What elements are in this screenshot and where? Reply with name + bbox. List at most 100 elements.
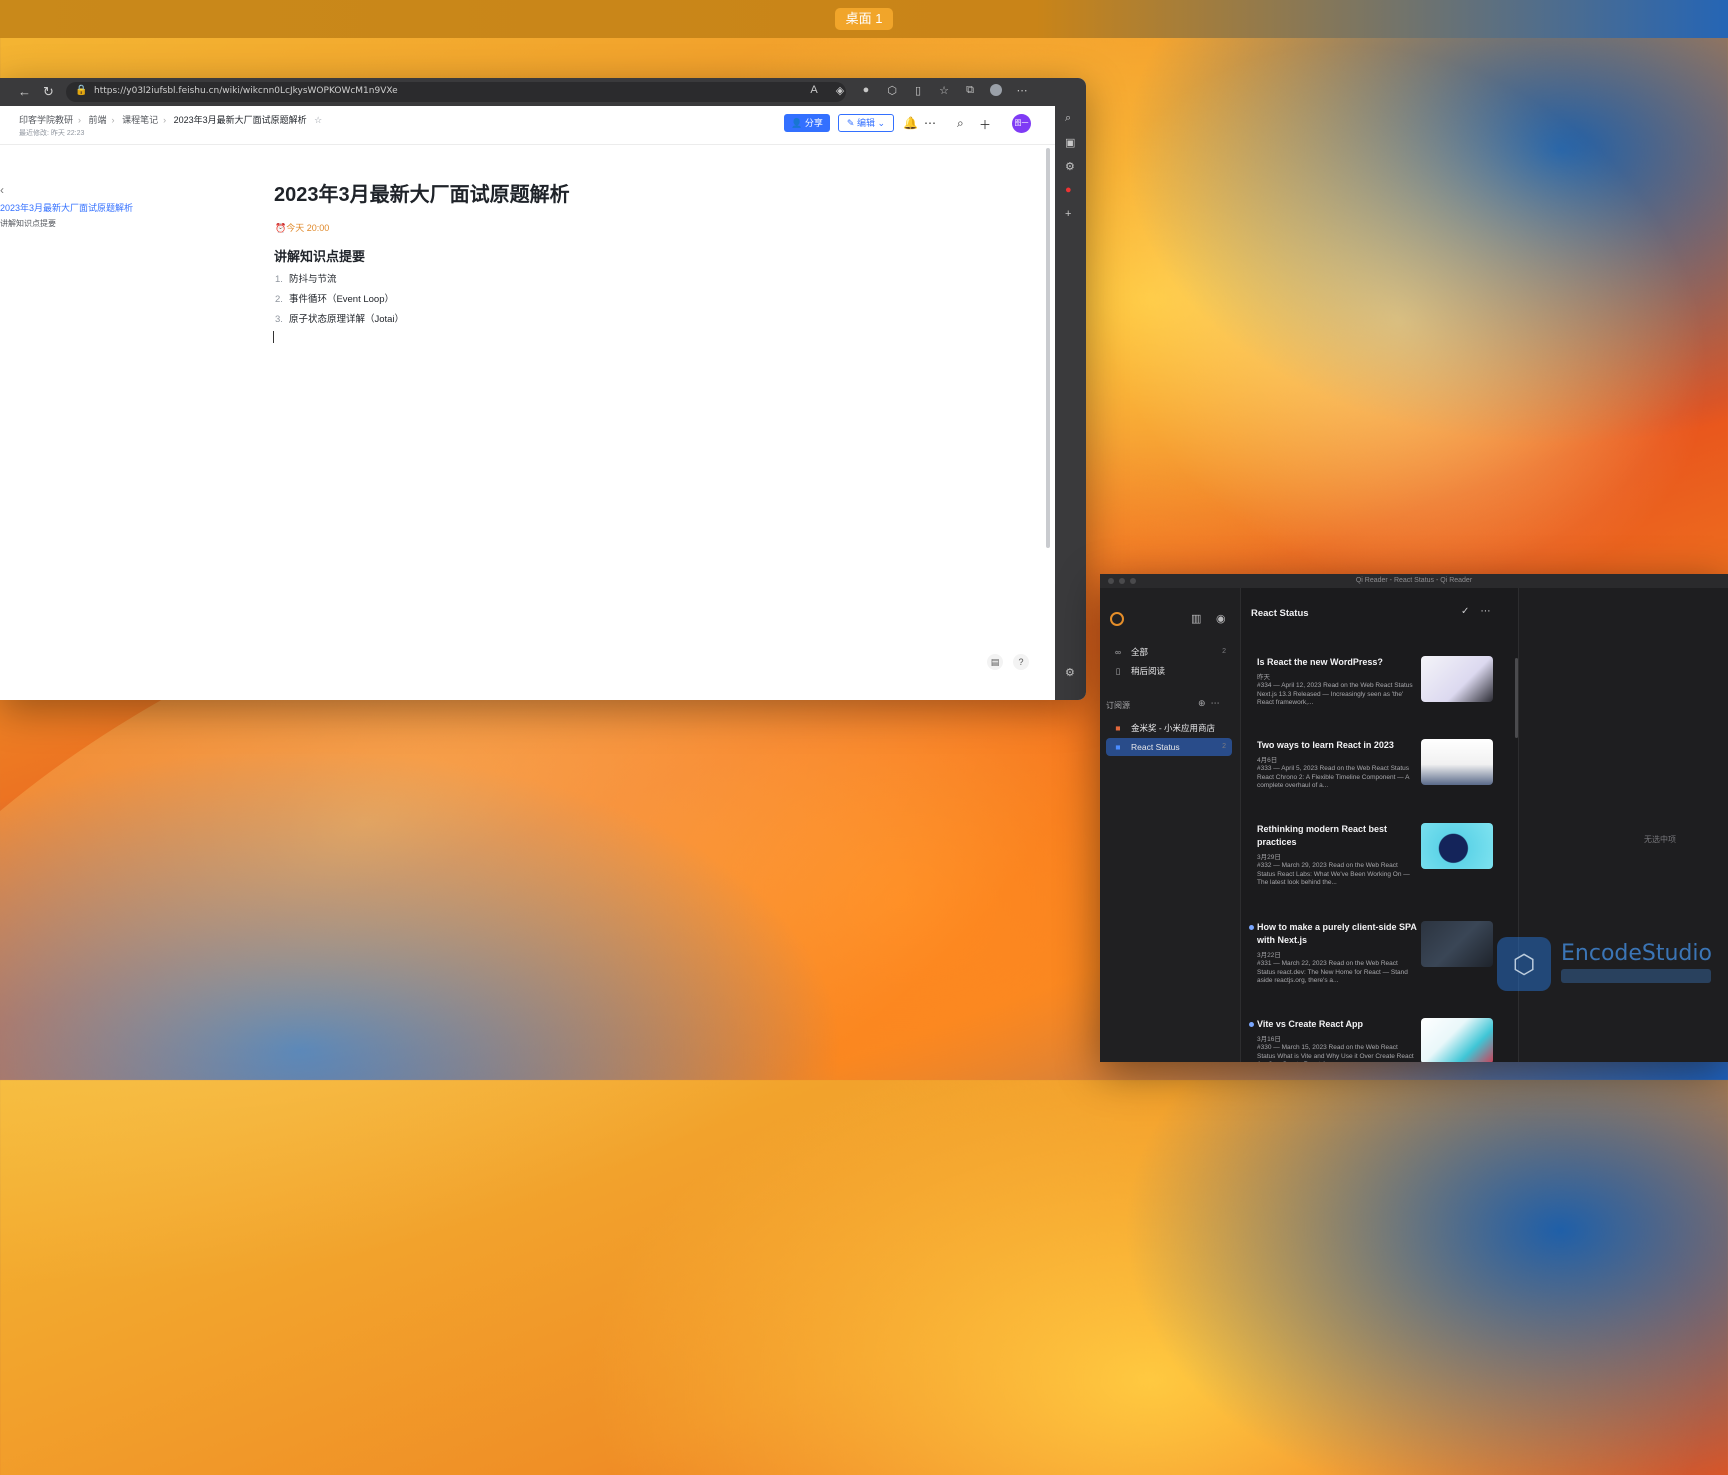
article-excerpt: #330 — March 15, 2023 Read on the Web Re… (1257, 1044, 1414, 1062)
back-icon[interactable]: ← (18, 84, 31, 99)
read-aloud-icon[interactable]: A (808, 84, 820, 99)
breadcrumb-current: 2023年3月最新大厂面试原题解析 (173, 115, 307, 125)
article-title: Vite vs Create React App (1257, 1019, 1364, 1029)
empty-state: 无选中项 (1644, 835, 1676, 844)
profile-ext-icon[interactable]: ● (860, 84, 872, 99)
favorites-icon[interactable]: ☆ (938, 84, 950, 99)
browser-toolbar: ← ↻ 🔒 https://y03l2iufsbl.feishu.cn/wiki… (0, 78, 1086, 106)
article-thumbnail (1421, 656, 1493, 702)
unread-dot (1249, 925, 1254, 930)
briefcase-icon[interactable]: ▣ (1065, 136, 1075, 149)
section-tools: ⊕ ⋯ (1198, 698, 1220, 709)
breadcrumb-item[interactable]: 前端 (89, 115, 107, 125)
article-thumbnail (1421, 823, 1493, 869)
article-title: How to make a purely client-side SPA wit… (1257, 922, 1417, 945)
sidebar-item-read-later[interactable]: ▯ 稍后阅读 (1106, 662, 1232, 680)
extension-icons: A ◈ ● ⬡ ▯ ☆ ⧉ ⋯ (808, 84, 1028, 99)
breadcrumb: 印客学院教研 › 前端 › 课程笔记 › 2023年3月最新大厂面试原题解析 ☆ (19, 115, 323, 125)
more-icon[interactable]: ⋯ (1211, 698, 1220, 708)
unread-dot (1249, 1022, 1254, 1027)
outline-item[interactable]: 2023年3月最新大厂面试原题解析 (0, 201, 133, 214)
extension-icon[interactable]: ◈ (834, 84, 846, 99)
article-title: Is React the new WordPress? (1257, 657, 1383, 667)
close-window-icon[interactable] (1108, 578, 1114, 584)
feed-icon: ■ (1115, 742, 1121, 752)
reload-icon[interactable]: ↻ (43, 84, 54, 100)
lock-icon: 🔒 (75, 85, 88, 96)
address-bar[interactable]: 🔒 https://y03l2iufsbl.feishu.cn/wiki/wik… (66, 82, 846, 102)
reminder-time[interactable]: ⏰今天 20:00 (275, 221, 329, 234)
puzzle-icon[interactable]: ⬡ (886, 84, 898, 99)
list-title: React Status (1251, 608, 1309, 619)
list-item: 2. 事件循环（Event Loop） (275, 294, 395, 305)
sidebar-item-feed[interactable]: ■ React Status 2 (1106, 738, 1232, 756)
search-icon[interactable]: ⌕ (1065, 112, 1071, 125)
url-text: https://y03l2iufsbl.feishu.cn/wiki/wikcn… (94, 86, 398, 96)
outline-item[interactable]: 讲解知识点提要 (0, 218, 56, 229)
bookmark-icon: ▯ (1115, 666, 1121, 676)
more-icon[interactable]: ⋯ (1481, 606, 1491, 617)
list-tools: ✓ ⋯ (1461, 606, 1491, 617)
minimize-window-icon[interactable] (1119, 578, 1125, 584)
section-label: 订阅源 (1106, 701, 1130, 710)
profile-avatar-icon[interactable] (990, 84, 1002, 99)
watermark: ⬡ EncodeStudio (1497, 937, 1727, 993)
collections-icon[interactable]: ⧉ (964, 84, 976, 99)
infinity-icon: ∞ (1114, 647, 1122, 657)
account-icon[interactable]: ◉ (1216, 612, 1226, 625)
more-icon[interactable]: ⋯ (1016, 84, 1028, 99)
article-list: React Status ✓ ⋯ Is React the new WordPr… (1240, 588, 1519, 1062)
unread-count: 2 (1222, 743, 1226, 750)
star-icon[interactable]: ☆ (314, 115, 322, 125)
app-logo-icon (1110, 612, 1124, 626)
chevron-left-icon[interactable]: ‹ (0, 183, 4, 197)
scrollbar[interactable] (1046, 148, 1050, 548)
window-title: Qi Reader - React Status - Qi Reader (1100, 574, 1728, 588)
sidebar-item-all[interactable]: ∞ 全部 2 (1106, 643, 1232, 661)
last-modified: 最近修改: 昨天 22:23 (19, 130, 85, 137)
sidebar-toggle-icon[interactable]: ▥ (1191, 612, 1201, 625)
doc-outline-icon[interactable]: ▤ (987, 654, 1003, 670)
desktop-space-badge[interactable]: 桌面 1 (835, 8, 893, 30)
article-thumbnail (1421, 1018, 1493, 1062)
split-screen-icon[interactable]: ▯ (912, 84, 924, 99)
gear-icon[interactable]: ⚙ (1065, 160, 1075, 173)
article-date: 3月16日 (1257, 1036, 1281, 1043)
more-icon[interactable]: ⋯ (924, 116, 936, 130)
article-date: 3月29日 (1257, 854, 1281, 861)
doc-header: 印客学院教研 › 前端 › 课程笔记 › 2023年3月最新大厂面试原题解析 ☆ 最近… (0, 106, 1055, 145)
share-label: 分享 (804, 118, 823, 128)
bell-icon[interactable]: 🔔 (903, 116, 918, 130)
article-date: 4月6日 (1257, 757, 1278, 764)
share-button[interactable]: 👤 分享 (784, 114, 830, 132)
settings-icon[interactable]: ⚙ (1065, 666, 1075, 679)
watermark-subtitle (1561, 969, 1711, 983)
article-title: Rethinking modern React best practices (1257, 824, 1388, 847)
article-excerpt: #333 — April 5, 2023 Read on the Web Rea… (1257, 765, 1410, 789)
breadcrumb-item[interactable]: 印客学院教研 (19, 115, 73, 125)
chevron-down-icon: ⌄ (877, 118, 886, 128)
article-date: 昨天 (1257, 674, 1270, 681)
feed-icon: ■ (1115, 723, 1121, 733)
mark-read-icon[interactable]: ✓ (1461, 606, 1469, 617)
page-title: 2023年3月最新大厂面试原题解析 (274, 184, 570, 206)
article-thumbnail (1421, 739, 1493, 785)
plus-icon[interactable]: + (1065, 208, 1071, 220)
article-title: Two ways to learn React in 2023 (1257, 740, 1394, 750)
edit-button[interactable]: ✎ 编辑 ⌄ (838, 114, 894, 132)
search-icon[interactable]: ⌕ (957, 116, 964, 131)
reader-sidebar: ▥ ◉ ∞ 全部 2 ▯ 稍后阅读 订阅源 ⊕ ⋯ ■ 金米奖 - 小米应用商店 ■ R… (1100, 588, 1240, 1062)
pencil-icon: ✎ (846, 118, 855, 128)
add-feed-icon[interactable]: ⊕ (1198, 698, 1206, 708)
breadcrumb-item[interactable]: 课程笔记 (122, 115, 158, 125)
avatar[interactable]: 图一 (1012, 114, 1031, 133)
browser-sidebar: ⌕ ▣ ⚙ ● + ⚙ (1055, 106, 1086, 700)
zoom-window-icon[interactable] (1130, 578, 1136, 584)
office-icon[interactable]: ● (1065, 184, 1072, 196)
sidebar-item-feed[interactable]: ■ 金米奖 - 小米应用商店 (1106, 719, 1232, 737)
edit-label: 编辑 (856, 118, 875, 128)
plus-icon[interactable]: ＋ (979, 116, 991, 133)
help-icon[interactable]: ? (1013, 654, 1029, 670)
desktop-spaces-bar: 桌面 1 (0, 0, 1728, 38)
list-item: 1. 防抖与节流 (275, 274, 337, 285)
